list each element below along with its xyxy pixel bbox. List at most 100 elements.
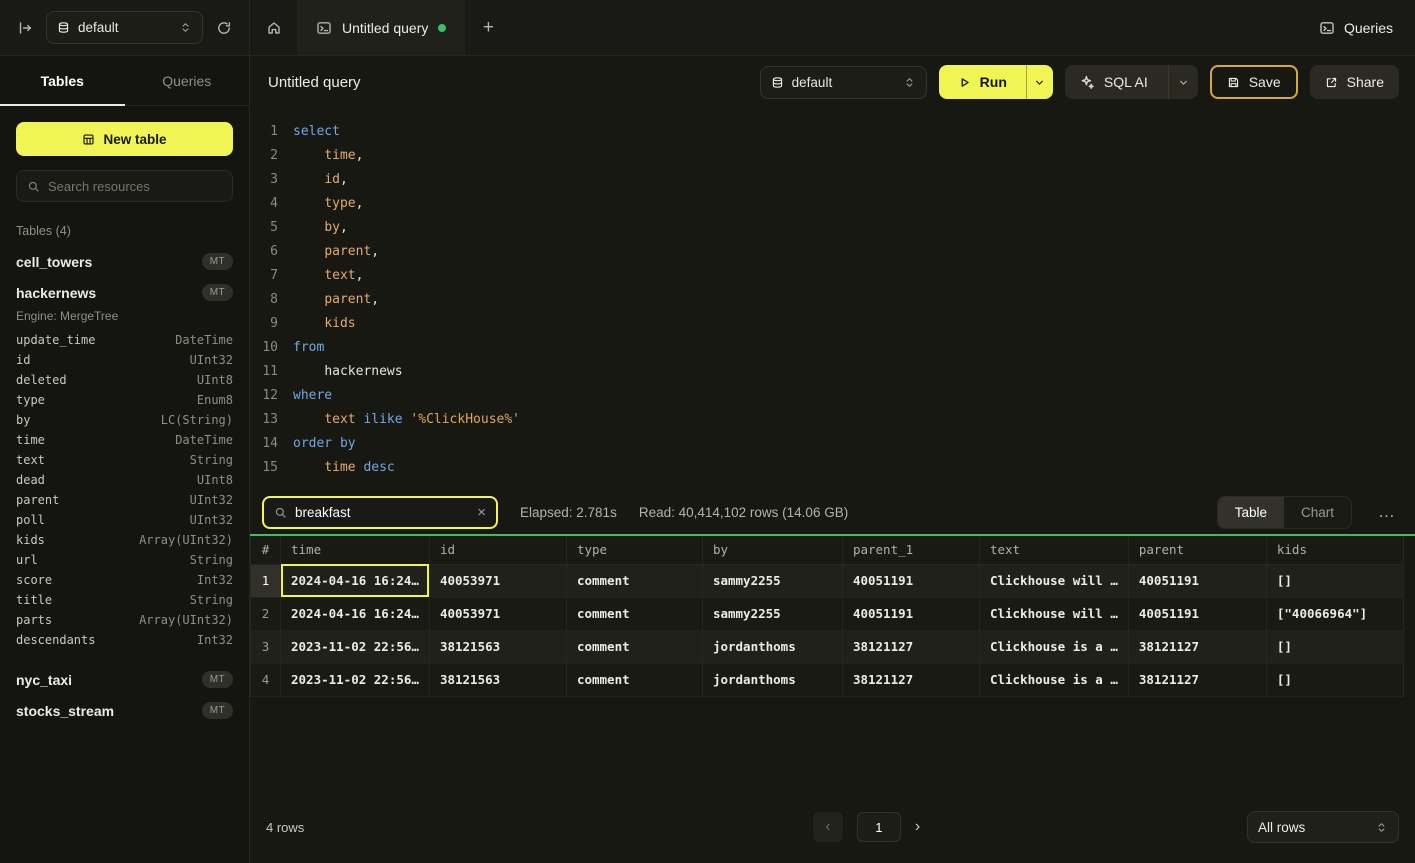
sidebar: Tables Queries New table Tables (4) cell… xyxy=(0,56,250,863)
table-item-hackernews[interactable]: hackernewsMT xyxy=(0,277,249,308)
cell[interactable]: 2023-11-02 22:56… xyxy=(281,630,430,663)
cell[interactable]: Clickhouse is a … xyxy=(979,630,1128,663)
run-button[interactable]: Run xyxy=(939,65,1026,99)
results-footer: 4 rows ‹ 1 › All rows xyxy=(250,795,1415,859)
previous-page-button[interactable]: ‹ xyxy=(813,812,843,842)
query-database-selector[interactable]: default xyxy=(760,66,927,99)
share-button[interactable]: Share xyxy=(1310,65,1399,99)
main-panel: Untitled query default Run SQL AI xyxy=(250,56,1415,863)
cell[interactable]: 40051191 xyxy=(1128,564,1266,597)
topbar-right: Queries xyxy=(1319,0,1415,55)
chevron-down-icon xyxy=(1177,76,1190,89)
results-search-input[interactable] xyxy=(295,505,469,520)
cell[interactable]: Clickhouse will … xyxy=(979,597,1128,630)
row-number[interactable]: 3 xyxy=(251,630,281,663)
cell[interactable]: 40051191 xyxy=(842,597,979,630)
view-toggle: Table Chart xyxy=(1217,496,1352,529)
cell[interactable]: 38121127 xyxy=(842,663,979,696)
cell[interactable]: [] xyxy=(1266,564,1403,597)
sidebar-tabs: Tables Queries xyxy=(0,56,249,106)
cell[interactable]: 40051191 xyxy=(842,564,979,597)
cell[interactable]: 2024-04-16 16:24… xyxy=(281,597,430,630)
table-name: stocks_stream xyxy=(16,703,114,719)
row-number[interactable]: 4 xyxy=(251,663,281,696)
topbar-database-selector[interactable]: default xyxy=(46,11,203,44)
run-options-button[interactable] xyxy=(1026,65,1053,99)
field-row: update_timeDateTime xyxy=(0,330,249,350)
cell[interactable]: ["40066964"] xyxy=(1266,597,1403,630)
new-tab-button[interactable]: + xyxy=(465,0,511,55)
column-header-time[interactable]: time xyxy=(281,536,430,564)
sql-ai-options-button[interactable] xyxy=(1168,65,1198,99)
sidebar-tab-tables[interactable]: Tables xyxy=(0,56,125,105)
table-name: hackernews xyxy=(16,285,96,301)
cell[interactable]: jordanthoms xyxy=(702,630,842,663)
engine-badge: MT xyxy=(202,702,233,719)
column-header-id[interactable]: id xyxy=(429,536,566,564)
field-type: DateTime xyxy=(175,433,233,447)
tab-home[interactable] xyxy=(250,0,298,55)
cell[interactable]: 2023-11-02 22:56… xyxy=(281,663,430,696)
cell[interactable]: [] xyxy=(1266,663,1403,696)
field-type: DateTime xyxy=(175,333,233,347)
cell[interactable]: sammy2255 xyxy=(702,597,842,630)
cell[interactable]: 38121127 xyxy=(1128,630,1266,663)
cell[interactable]: 2024-04-16 16:24… xyxy=(281,564,430,597)
fields-list: update_timeDateTimeidUInt32deletedUInt8t… xyxy=(0,330,249,650)
cell[interactable]: Clickhouse will … xyxy=(979,564,1128,597)
engine-badge: MT xyxy=(202,671,233,688)
queries-button[interactable]: Queries xyxy=(1319,20,1393,36)
row-number[interactable]: 2 xyxy=(251,597,281,630)
cell[interactable]: jordanthoms xyxy=(702,663,842,696)
refresh-button[interactable] xyxy=(213,17,235,39)
line-number: 6 xyxy=(250,240,278,264)
field-name: deleted xyxy=(16,373,67,387)
table-item-cell_towers[interactable]: cell_towersMT xyxy=(0,246,249,277)
sql-ai-button[interactable]: SQL AI xyxy=(1065,65,1198,99)
rows-per-page-selector[interactable]: All rows xyxy=(1247,811,1399,843)
tab-untitled-query[interactable]: Untitled query xyxy=(298,0,465,55)
sidebar-tab-queries[interactable]: Queries xyxy=(125,56,250,105)
view-tab-table[interactable]: Table xyxy=(1218,497,1284,528)
field-type: Int32 xyxy=(197,633,233,647)
column-header-type[interactable]: type xyxy=(566,536,702,564)
cell[interactable]: Clickhouse is a … xyxy=(979,663,1128,696)
sql-editor[interactable]: 1select2 time,3 id,4 type,5 by,6 parent,… xyxy=(250,108,1415,490)
cell[interactable]: comment xyxy=(566,597,702,630)
new-table-button[interactable]: New table xyxy=(16,122,233,156)
save-button[interactable]: Save xyxy=(1210,65,1298,99)
cell[interactable]: 38121127 xyxy=(1128,663,1266,696)
field-type: String xyxy=(190,553,233,567)
cell[interactable]: comment xyxy=(566,663,702,696)
field-type: Int32 xyxy=(197,573,233,587)
expand-sidebar-button[interactable] xyxy=(14,17,36,39)
clear-search-button[interactable]: × xyxy=(477,505,486,520)
field-name: time xyxy=(16,433,45,447)
cell[interactable]: 38121563 xyxy=(429,630,566,663)
column-header-parent[interactable]: parent xyxy=(1128,536,1266,564)
cell[interactable]: comment xyxy=(566,564,702,597)
table-item-stocks_stream[interactable]: stocks_stream MT xyxy=(0,695,249,726)
cell[interactable]: 40053971 xyxy=(429,597,566,630)
cell[interactable]: 38121563 xyxy=(429,663,566,696)
next-page-button[interactable]: › xyxy=(915,818,920,836)
column-header-parent_1[interactable]: parent_1 xyxy=(842,536,979,564)
cell[interactable]: [] xyxy=(1266,630,1403,663)
rows-per-page-value: All rows xyxy=(1258,820,1305,835)
engine-badge: MT xyxy=(202,253,233,270)
column-header-kids[interactable]: kids xyxy=(1266,536,1403,564)
cell[interactable]: 40051191 xyxy=(1128,597,1266,630)
cell[interactable]: 38121127 xyxy=(842,630,979,663)
cell[interactable]: comment xyxy=(566,630,702,663)
column-header-index[interactable]: # xyxy=(251,536,281,564)
cell[interactable]: sammy2255 xyxy=(702,564,842,597)
cell[interactable]: 40053971 xyxy=(429,564,566,597)
row-number[interactable]: 1 xyxy=(251,564,281,597)
field-name: descendants xyxy=(16,633,95,647)
column-header-text[interactable]: text xyxy=(979,536,1128,564)
column-header-by[interactable]: by xyxy=(702,536,842,564)
sidebar-search-input[interactable] xyxy=(48,179,222,194)
view-tab-chart[interactable]: Chart xyxy=(1284,497,1351,528)
table-item-nyc_taxi[interactable]: nyc_taxiMT xyxy=(0,664,249,695)
code-line: 7 text, xyxy=(250,264,1415,288)
